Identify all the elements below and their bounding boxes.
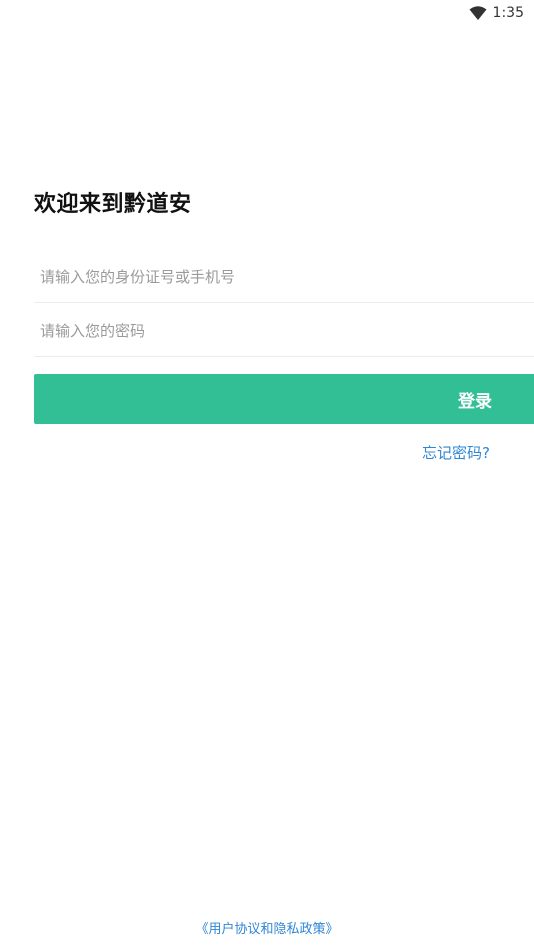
login-button[interactable]: 登录	[34, 374, 534, 424]
status-time: 1:35	[492, 5, 524, 21]
password-input[interactable]	[34, 322, 534, 340]
password-field-container	[34, 306, 534, 357]
page-title: 欢迎来到黔道安	[34, 192, 192, 217]
status-bar: 1:35	[0, 0, 534, 30]
user-agreement-privacy-link[interactable]: 《用户协议和隐私政策》	[0, 918, 534, 937]
wifi-icon	[469, 6, 487, 20]
id-field-container	[34, 252, 534, 303]
forgot-password-link[interactable]: 忘记密码?	[422, 442, 490, 463]
status-right: 1:35	[469, 5, 524, 21]
id-or-phone-input[interactable]	[34, 268, 534, 286]
